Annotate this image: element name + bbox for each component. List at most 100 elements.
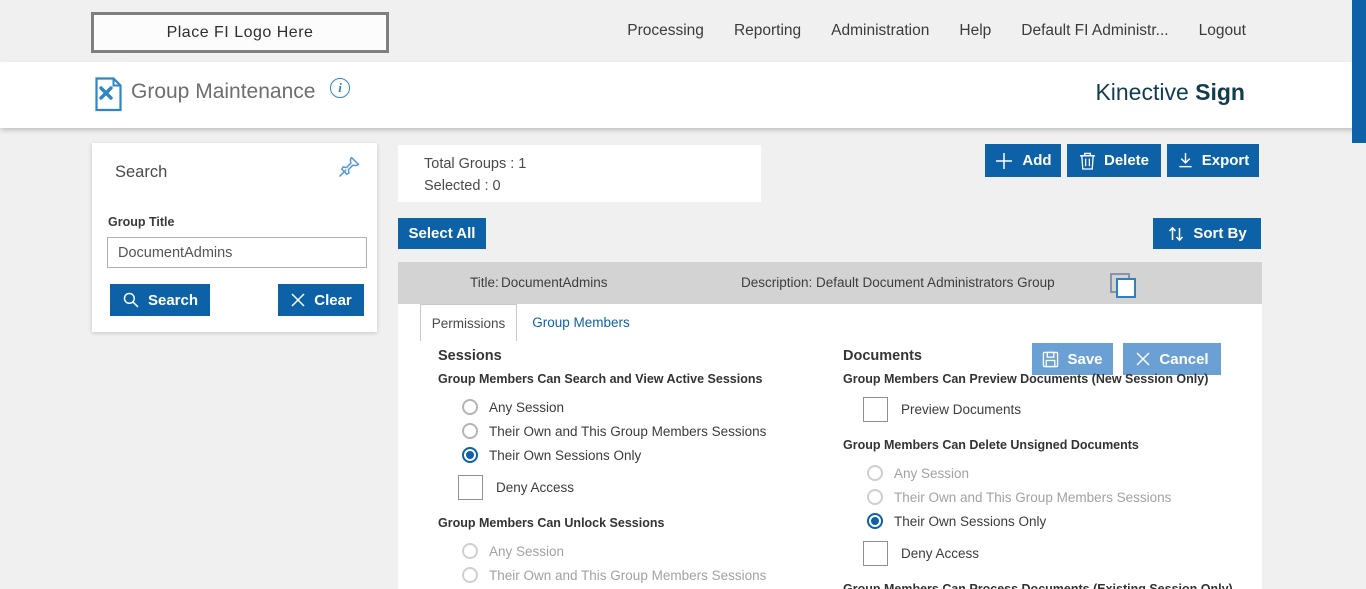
checkbox-label: Deny Access <box>901 546 979 561</box>
radio-own-and-group[interactable] <box>462 423 478 439</box>
group-detail-panel: Title: DocumentAdmins Description: Defau… <box>398 262 1262 589</box>
radio-any-session[interactable] <box>462 399 478 415</box>
nav-logout[interactable]: Logout <box>1199 22 1246 40</box>
radio-option-row: Their Own Sessions Only <box>438 443 843 467</box>
export-button-label: Export <box>1202 152 1250 169</box>
perm-process-title: Group Members Can Process Documents (Exi… <box>843 581 1248 589</box>
brand-logo: Kinective Sign <box>1095 79 1245 106</box>
sort-by-button[interactable]: Sort By <box>1153 218 1261 249</box>
nav-processing[interactable]: Processing <box>627 22 704 40</box>
radio-own-and-group[interactable] <box>867 489 883 505</box>
perm-search-view-title: Group Members Can Search and View Active… <box>438 371 843 387</box>
radio-option-row: Their Own and This Group Members Session… <box>843 485 1248 509</box>
radio-own-only[interactable] <box>867 513 883 529</box>
fi-logo-placeholder: Place FI Logo Here <box>91 12 389 53</box>
group-action-buttons: Add Delete Export <box>985 144 1259 177</box>
checkbox-row: Preview Documents <box>843 395 1248 423</box>
checkbox-row: Deny Access <box>438 473 843 501</box>
deny-access-checkbox[interactable] <box>458 475 483 500</box>
top-nav: Processing Reporting Administration Help… <box>627 0 1246 62</box>
radio-label: Their Own and This Group Members Session… <box>894 490 1171 505</box>
download-icon <box>1177 152 1194 169</box>
deny-access-checkbox[interactable] <box>863 541 888 566</box>
radio-own-and-group[interactable] <box>462 567 478 583</box>
sessions-column: Sessions Group Members Can Search and Vi… <box>438 348 843 589</box>
brand-name: Kinective <box>1095 79 1188 105</box>
tab-group-members[interactable]: Group Members <box>519 304 643 341</box>
radio-option-row: Their Own and This Group Members Session… <box>438 419 843 443</box>
select-all-button[interactable]: Select All <box>398 218 486 249</box>
group-title-input[interactable] <box>107 237 367 268</box>
row-description-value: Default Document Administrators Group <box>816 275 1055 290</box>
row-title-label: Title: <box>470 275 499 290</box>
sort-by-label: Sort By <box>1193 225 1246 242</box>
radio-label: Their Own Sessions Only <box>894 514 1046 529</box>
search-icon <box>122 291 140 309</box>
group-maintenance-icon <box>95 77 122 117</box>
add-button[interactable]: Add <box>985 144 1061 177</box>
copy-icon[interactable] <box>1110 273 1138 301</box>
radio-own-only[interactable] <box>462 447 478 463</box>
documents-column: Documents Group Members Can Preview Docu… <box>843 348 1248 589</box>
selected-label: Selected : <box>424 178 493 194</box>
export-button[interactable]: Export <box>1167 144 1259 177</box>
clear-button[interactable]: Clear <box>278 284 364 316</box>
radio-label: Any Session <box>489 544 564 559</box>
clear-x-icon <box>290 292 306 308</box>
radio-option-row: Any Session <box>843 461 1248 485</box>
app-window: Place FI Logo Here Processing Reporting … <box>0 0 1366 589</box>
delete-button[interactable]: Delete <box>1067 144 1161 177</box>
radio-label: Their Own and This Group Members Session… <box>489 568 766 583</box>
totals-box: Total Groups : 1 Selected : 0 <box>398 145 761 202</box>
perm-delete-unsigned-title: Group Members Can Delete Unsigned Docume… <box>843 437 1248 453</box>
perm-preview-title: Group Members Can Preview Documents (New… <box>843 371 1248 387</box>
copy-icon-front-square <box>1116 278 1136 298</box>
fi-logo-text: Place FI Logo Here <box>167 24 314 42</box>
nav-reporting[interactable]: Reporting <box>734 22 801 40</box>
preview-documents-checkbox[interactable] <box>863 397 888 422</box>
page-title: Group Maintenance <box>131 80 315 104</box>
add-button-label: Add <box>1022 152 1051 169</box>
radio-any-session[interactable] <box>867 465 883 481</box>
radio-label: Their Own Sessions Only <box>489 448 641 463</box>
sessions-heading: Sessions <box>438 348 843 365</box>
search-panel: Search Group Title Search Clear <box>92 143 377 332</box>
radio-option-row: Their Own and This Group Members Session… <box>438 563 843 587</box>
tab-permissions[interactable]: Permissions <box>420 304 517 341</box>
total-groups-value: 1 <box>518 156 526 172</box>
nav-administration[interactable]: Administration <box>831 22 929 40</box>
selected-value: 0 <box>493 178 501 194</box>
search-button-label: Search <box>148 292 198 309</box>
radio-option-row: Their Own Sessions Only <box>843 509 1248 533</box>
nav-current-user[interactable]: Default FI Administr... <box>1021 22 1168 40</box>
top-bar: Place FI Logo Here Processing Reporting … <box>0 0 1366 62</box>
radio-label: Their Own and This Group Members Session… <box>489 424 766 439</box>
clear-button-label: Clear <box>314 292 352 309</box>
perm-unlock-title: Group Members Can Unlock Sessions <box>438 515 843 531</box>
radio-label: Any Session <box>894 466 969 481</box>
selected-line: Selected : 0 <box>424 175 761 197</box>
page-header: Group Maintenance i Kinective Sign <box>0 62 1366 128</box>
delete-button-label: Delete <box>1104 152 1149 169</box>
checkbox-label: Preview Documents <box>901 402 1021 417</box>
radio-option-row: Any Session <box>438 395 843 419</box>
select-all-label: Select All <box>409 225 476 242</box>
group-title-label: Group Title <box>108 215 174 229</box>
vertical-scrollbar-thumb[interactable] <box>1352 0 1366 143</box>
nav-help[interactable]: Help <box>959 22 991 40</box>
group-row-header[interactable]: Title: DocumentAdmins Description: Defau… <box>398 262 1262 304</box>
tab-bar: Permissions Group Members Save Cancel <box>398 304 1262 341</box>
total-groups-line: Total Groups : 1 <box>424 153 761 175</box>
row-title-value: DocumentAdmins <box>501 275 608 290</box>
radio-label: Any Session <box>489 400 564 415</box>
total-groups-label: Total Groups : <box>424 156 518 172</box>
row-description-label: Description: <box>741 275 812 290</box>
radio-any-session[interactable] <box>462 543 478 559</box>
sort-arrows-icon <box>1167 225 1185 243</box>
checkbox-label: Deny Access <box>496 480 574 495</box>
documents-heading: Documents <box>843 348 1248 365</box>
search-button[interactable]: Search <box>110 284 210 316</box>
info-icon[interactable]: i <box>330 78 350 98</box>
pin-icon[interactable] <box>337 155 361 184</box>
checkbox-row: Deny Access <box>843 539 1248 567</box>
